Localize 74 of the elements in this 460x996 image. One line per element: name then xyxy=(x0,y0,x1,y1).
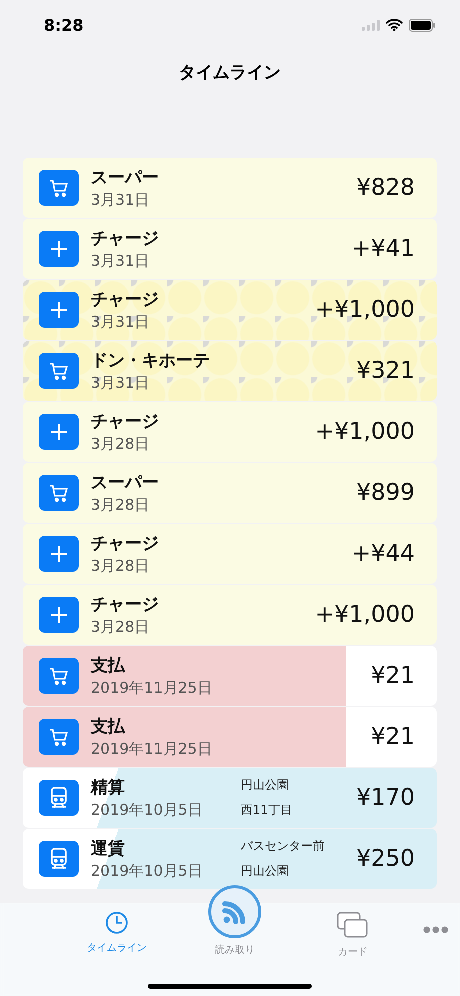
cart-icon xyxy=(48,177,70,199)
station-name: 円山公園 xyxy=(241,863,290,880)
transaction-card[interactable]: 支払 2019年11月25日 ¥21 xyxy=(23,646,437,706)
transaction-amount: +¥44 xyxy=(350,541,415,567)
transaction-date: 3月28日 xyxy=(91,435,151,454)
wifi-icon xyxy=(386,19,403,31)
train-icon xyxy=(48,847,70,871)
transaction-date: 3月28日 xyxy=(91,618,151,637)
transaction-card[interactable]: スーパー 3月31日 ¥828 xyxy=(23,158,437,218)
scan-button[interactable] xyxy=(208,885,262,939)
transaction-card[interactable]: 運賃 2019年10月5日 バスセンター前 円山公園 ¥250 xyxy=(23,829,437,889)
transaction-date: 2019年11月25日 xyxy=(91,740,214,759)
more-icon xyxy=(423,926,449,934)
transaction-title: チャージ xyxy=(91,594,160,616)
transaction-date: 3月31日 xyxy=(91,374,151,393)
transaction-title: 支払 xyxy=(91,655,126,677)
transaction-card[interactable]: ドン・キホーテ 3月31日 ¥321 xyxy=(23,341,437,401)
transaction-date: 3月31日 xyxy=(91,252,151,271)
plus-icon xyxy=(49,544,69,564)
plus-icon xyxy=(49,605,69,625)
clock-icon xyxy=(105,911,129,935)
transaction-card[interactable]: チャージ 3月28日 +¥1,000 xyxy=(23,402,437,462)
transaction-title: チャージ xyxy=(91,533,160,555)
transaction-amount: +¥41 xyxy=(350,236,415,262)
transaction-card[interactable]: 支払 2019年11月25日 ¥21 xyxy=(23,707,437,767)
transaction-date: 3月31日 xyxy=(91,191,151,210)
transaction-title: スーパー xyxy=(91,167,160,189)
transaction-date: 2019年10月5日 xyxy=(91,801,204,820)
plus-icon xyxy=(49,300,69,320)
cart-icon xyxy=(48,665,70,687)
cart-icon xyxy=(48,726,70,748)
plus-icon xyxy=(49,239,69,259)
station-name: 円山公園 xyxy=(241,777,290,794)
transaction-date: 2019年10月5日 xyxy=(91,862,204,881)
plus-icon xyxy=(49,422,69,442)
transaction-card[interactable]: スーパー 3月28日 ¥899 xyxy=(23,463,437,523)
transaction-amount: +¥1,000 xyxy=(315,419,415,445)
tab-label: 読み取り xyxy=(215,944,255,957)
transaction-card[interactable]: チャージ 3月31日 +¥1,000 xyxy=(23,280,437,340)
transaction-card[interactable]: チャージ 3月28日 +¥1,000 xyxy=(23,585,437,645)
transaction-date: 3月28日 xyxy=(91,557,151,576)
transaction-title: 支払 xyxy=(91,716,126,738)
transaction-title: 運賃 xyxy=(91,838,126,860)
signal-icon xyxy=(362,20,380,30)
transaction-amount: +¥1,000 xyxy=(315,297,415,323)
transaction-amount: ¥899 xyxy=(355,480,415,506)
battery-icon xyxy=(409,18,436,32)
transaction-title: チャージ xyxy=(91,228,160,250)
transaction-amount: ¥828 xyxy=(355,175,415,201)
cart-icon xyxy=(48,360,70,382)
status-time: 8:28 xyxy=(44,16,84,34)
transaction-date: 2019年11月25日 xyxy=(91,679,214,698)
station-name: バスセンター前 xyxy=(241,838,326,855)
cards-icon xyxy=(336,911,370,939)
transaction-title: チャージ xyxy=(91,289,160,311)
transaction-amount: ¥250 xyxy=(355,846,415,872)
transaction-card[interactable]: チャージ 3月28日 +¥44 xyxy=(23,524,437,584)
screen-title: タイムライン xyxy=(178,62,282,85)
transaction-amount: ¥170 xyxy=(355,785,415,811)
cart-icon xyxy=(48,482,70,504)
transaction-title: ドン・キホーテ xyxy=(91,350,211,372)
transaction-date: 3月28日 xyxy=(91,496,151,515)
transaction-title: 精算 xyxy=(91,777,126,799)
transaction-amount: ¥21 xyxy=(370,724,415,750)
transaction-amount: ¥321 xyxy=(355,358,415,384)
transaction-title: スーパー xyxy=(91,472,160,494)
transaction-title: チャージ xyxy=(91,411,160,433)
transaction-amount: +¥1,000 xyxy=(315,602,415,628)
transaction-card[interactable]: チャージ 3月31日 +¥41 xyxy=(23,219,437,279)
transaction-amount: ¥21 xyxy=(370,663,415,689)
transaction-date: 3月31日 xyxy=(91,313,151,332)
station-name: 西11丁目 xyxy=(241,802,294,819)
train-icon xyxy=(48,786,70,810)
transaction-card[interactable]: 精算 2019年10月5日 円山公園 西11丁目 ¥170 xyxy=(23,768,437,828)
